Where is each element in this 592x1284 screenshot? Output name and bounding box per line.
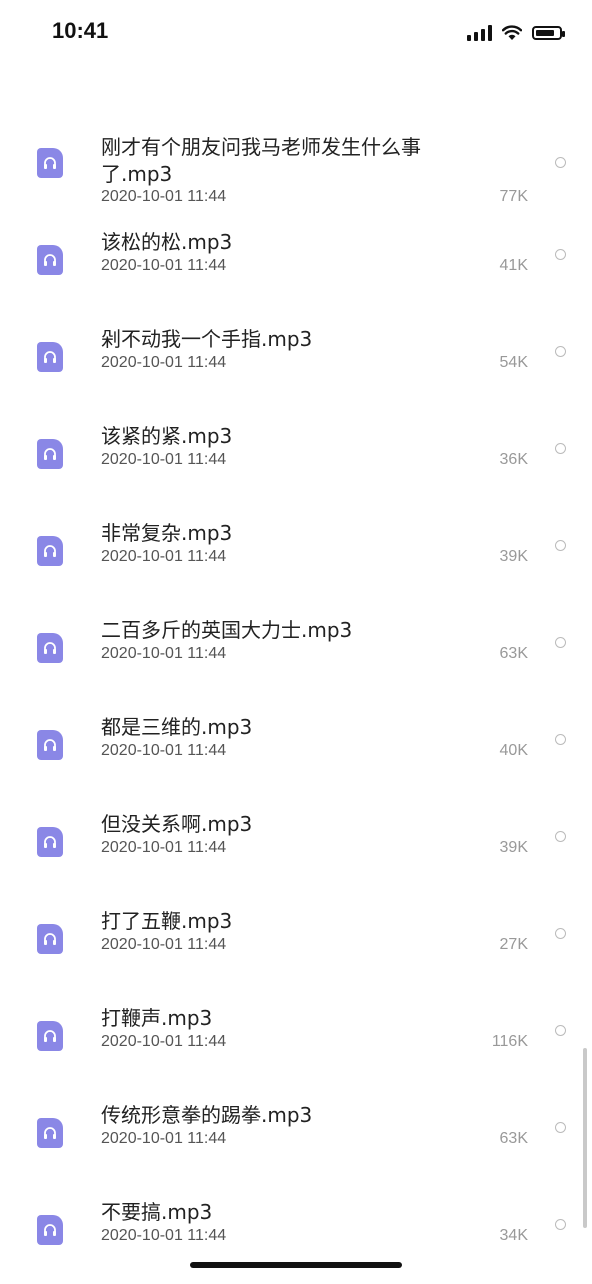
file-row[interactable]: 该松的松.mp3 2020-10-01 11:44 41K [0,217,592,314]
file-row[interactable]: 剁不动我一个手指.mp3 2020-10-01 11:44 54K [0,314,592,411]
headphones-file-icon [37,148,63,178]
select-radio-icon[interactable] [555,249,566,260]
file-name: 打了五鞭.mp3 [101,909,233,933]
headphones-file-icon [37,633,63,663]
file-date: 2020-10-01 11:44 [101,742,227,759]
select-radio-icon[interactable] [555,346,566,357]
file-date: 2020-10-01 11:44 [101,1227,227,1244]
file-name: 刚才有个朋友问我马老师发生什么事了.mp3 [101,135,421,186]
headphones-file-icon [37,1215,63,1245]
file-name: 打鞭声.mp3 [101,1006,213,1030]
file-name: 该紧的紧.mp3 [101,424,233,448]
file-size: 63K [499,645,528,662]
file-size: 77K [499,188,528,205]
select-radio-icon[interactable] [555,1025,566,1036]
headphones-file-icon [37,1118,63,1148]
file-row[interactable]: 非常复杂.mp3 2020-10-01 11:44 39K [0,508,592,605]
file-name: 非常复杂.mp3 [101,521,233,545]
file-list: 2020-10-01 11:4445K刚才有个朋友问我马老师发生什么事了.mp3… [0,0,592,1280]
home-indicator[interactable] [190,1262,402,1268]
file-row[interactable]: 但没关系啊.mp3 2020-10-01 11:44 39K [0,799,592,896]
file-size: 36K [499,451,528,468]
file-row[interactable]: 打了五鞭.mp3 2020-10-01 11:44 27K [0,896,592,993]
battery-icon [532,26,565,40]
file-size: 39K [499,548,528,565]
file-row[interactable]: 刚才有个朋友问我马老师发生什么事了.mp3 2020-10-01 11:44 77K [0,120,592,217]
scrollbar[interactable] [583,1048,587,1228]
file-row[interactable]: 二百多斤的英国大力士.mp3 2020-10-01 11:44 63K [0,605,592,702]
headphones-file-icon [37,439,63,469]
select-radio-icon[interactable] [555,637,566,648]
headphones-file-icon [37,924,63,954]
cellular-signal-icon [467,25,492,41]
wifi-icon [502,25,522,40]
select-radio-icon[interactable] [555,443,566,454]
status-time: 10:41 [52,18,109,43]
file-date: 2020-10-01 11:44 [101,839,227,856]
file-date: 2020-10-01 11:44 [101,548,227,565]
file-size: 27K [499,936,528,953]
file-row[interactable]: 不要搞.mp3 2020-10-01 11:44 34K [0,1187,592,1284]
file-name: 都是三维的.mp3 [101,715,253,739]
headphones-file-icon [37,730,63,760]
file-name: 传统形意拳的踢拳.mp3 [101,1103,313,1127]
select-radio-icon[interactable] [555,928,566,939]
select-radio-icon[interactable] [555,734,566,745]
select-radio-icon[interactable] [555,831,566,842]
headphones-file-icon [37,827,63,857]
select-radio-icon[interactable] [555,1219,566,1230]
file-row[interactable]: 该紧的紧.mp3 2020-10-01 11:44 36K [0,411,592,508]
file-date: 2020-10-01 11:44 [101,451,227,468]
file-name: 但没关系啊.mp3 [101,812,253,836]
file-row[interactable]: 都是三维的.mp3 2020-10-01 11:44 40K [0,702,592,799]
file-date: 2020-10-01 11:44 [101,188,227,205]
file-name: 二百多斤的英国大力士.mp3 [101,618,353,642]
file-date: 2020-10-01 11:44 [101,354,227,371]
file-date: 2020-10-01 11:44 [101,645,227,662]
file-row[interactable]: 传统形意拳的踢拳.mp3 2020-10-01 11:44 63K [0,1090,592,1187]
file-row[interactable]: 打鞭声.mp3 2020-10-01 11:44 116K [0,993,592,1090]
file-size: 54K [499,354,528,371]
file-date: 2020-10-01 11:44 [101,1130,227,1147]
status-bar: 10:41 [0,0,592,64]
file-size: 116K [491,1033,528,1050]
select-radio-icon[interactable] [555,1122,566,1133]
headphones-file-icon [37,342,63,372]
file-size: 41K [499,257,528,274]
select-radio-icon[interactable] [555,157,566,168]
headphones-file-icon [37,536,63,566]
headphones-file-icon [37,1021,63,1051]
file-size: 40K [499,742,528,759]
file-size: 63K [499,1130,528,1147]
status-icons [467,22,565,44]
file-name: 该松的松.mp3 [101,230,233,254]
file-date: 2020-10-01 11:44 [101,936,227,953]
file-name: 剁不动我一个手指.mp3 [101,327,313,351]
select-radio-icon[interactable] [555,540,566,551]
file-date: 2020-10-01 11:44 [101,1033,227,1050]
file-size: 34K [499,1227,528,1244]
file-date: 2020-10-01 11:44 [101,257,227,274]
headphones-file-icon [37,245,63,275]
file-name: 不要搞.mp3 [101,1200,213,1224]
file-size: 39K [499,839,528,856]
